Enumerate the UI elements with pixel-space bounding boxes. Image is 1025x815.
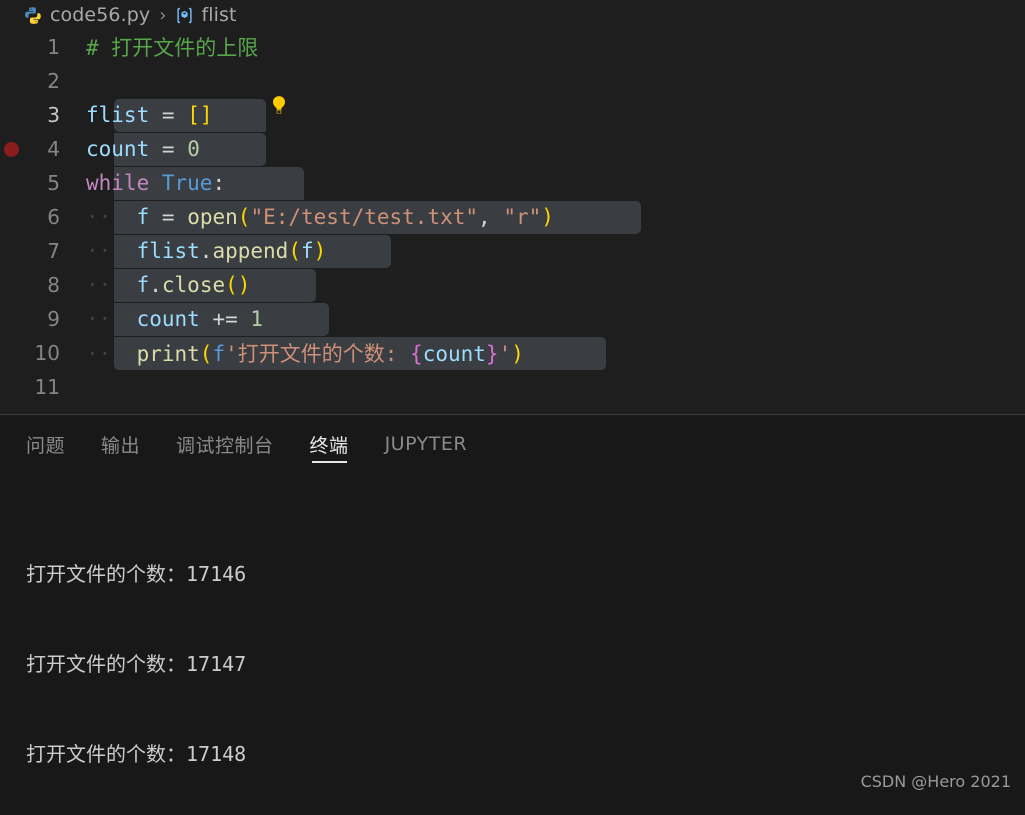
terminal-line: 打开文件的个数：17147 (26, 652, 247, 676)
breadcrumb: code56.py › flist (0, 0, 1025, 30)
tab-label: 问题 (26, 434, 66, 457)
panel-tab-bar: 问题 输出 调试控制台 终端 JUPYTER (0, 415, 1025, 473)
code-line[interactable]: 2 (0, 64, 1025, 114)
editor-gutter[interactable]: 9 (0, 302, 86, 336)
code-content: ····count·+=·1 (86, 307, 264, 331)
editor-gutter[interactable]: 10 (0, 336, 86, 370)
lightbulb-icon[interactable] (166, 70, 286, 114)
code-line[interactable]: 10 ····print(f'打开文件的个数: {count}') (0, 336, 1025, 370)
tab-debug-console[interactable]: 调试控制台 (176, 415, 274, 473)
line-number: 3 (47, 103, 60, 127)
tab-label: JUPYTER (384, 433, 468, 455)
tab-terminal[interactable]: 终端 (310, 415, 349, 473)
code-content: ····flist.append(f) (86, 239, 327, 263)
breadcrumb-file[interactable]: code56.py (24, 4, 150, 26)
python-icon (24, 6, 43, 25)
editor-gutter[interactable]: 6 (0, 200, 86, 234)
code-line[interactable]: 9 ····count·+=·1 (0, 302, 1025, 336)
watermark: CSDN @Hero 2021 (860, 772, 1011, 791)
editor-gutter[interactable]: 1 (0, 30, 86, 64)
code-content: while·True: (86, 171, 226, 195)
code-line[interactable]: 7 ····flist.append(f) (0, 234, 1025, 268)
tab-label: 终端 (309, 434, 349, 457)
editor-gutter[interactable]: 2 (0, 64, 86, 98)
breadcrumb-separator: › (159, 4, 167, 26)
line-number: 2 (47, 69, 60, 93)
tab-label: 输出 (101, 434, 141, 457)
breadcrumb-symbol[interactable]: flist (175, 4, 236, 26)
editor-gutter[interactable]: 8 (0, 268, 86, 302)
terminal-output[interactable]: 打开文件的个数：17146 打开文件的个数：17147 打开文件的个数：1714… (0, 473, 1025, 815)
tab-output[interactable]: 输出 (101, 415, 140, 473)
code-line[interactable]: 5 while·True: (0, 166, 1025, 212)
line-number: 8 (47, 273, 60, 297)
code-content: ····f·=·open("E:/test/test.txt",·"r") (86, 205, 554, 229)
breadcrumb-file-label: code56.py (50, 4, 151, 26)
code-content: flist·=·[] (86, 103, 213, 127)
line-number: 1 (47, 35, 60, 59)
tab-label: 调试控制台 (176, 434, 274, 457)
line-number: 7 (47, 239, 60, 263)
editor-gutter[interactable]: 7 (0, 234, 86, 268)
breakpoint-icon[interactable] (4, 141, 19, 157)
code-line[interactable]: 8 ····f.close() (0, 268, 1025, 302)
code-content: ····f.close() (86, 273, 251, 297)
code-content: count·=·0 (86, 137, 200, 161)
bottom-panel: 问题 输出 调试控制台 终端 JUPYTER 打开文件的个数：17146 打开文… (0, 415, 1025, 815)
code-line[interactable]: 6 ····f·=·open("E:/test/test.txt",·"r") (0, 200, 1025, 234)
terminal-line: 打开文件的个数：17146 (26, 562, 247, 586)
line-number: 5 (47, 171, 60, 195)
code-content: ····print(f'打开文件的个数: {count}') (86, 342, 524, 366)
fold-chevron-icon[interactable] (66, 174, 182, 212)
line-number: 10 (34, 341, 60, 365)
editor-gutter[interactable]: 4 (0, 132, 86, 166)
code-line[interactable]: 4 count·=·0 (0, 132, 1025, 166)
line-number: 9 (47, 307, 60, 331)
code-editor[interactable]: 1 # 打开文件的上限 2 3 flist·=·[] 4 count·=·0 5… (0, 30, 1025, 414)
variable-icon (175, 6, 194, 25)
code-line[interactable]: 11 (0, 370, 1025, 404)
terminal-line: 打开文件的个数：17148 (26, 742, 247, 766)
line-number: 4 (47, 137, 60, 161)
line-number: 6 (47, 205, 60, 229)
code-line[interactable]: 3 flist·=·[] (0, 98, 1025, 132)
tab-problems[interactable]: 问题 (26, 415, 65, 473)
breadcrumb-symbol-label: flist (201, 4, 237, 26)
editor-gutter[interactable]: 3 (0, 98, 86, 132)
tab-jupyter[interactable]: JUPYTER (385, 415, 467, 473)
line-number: 11 (34, 375, 60, 399)
editor-gutter[interactable]: 5 (0, 166, 182, 212)
editor-gutter[interactable]: 11 (0, 370, 86, 404)
